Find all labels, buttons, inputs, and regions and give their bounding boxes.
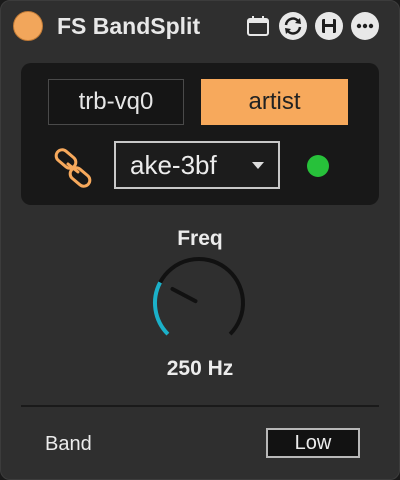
link-icon[interactable] <box>51 147 95 191</box>
chevron-down-icon <box>252 162 264 169</box>
power-button[interactable] <box>13 11 43 41</box>
divider <box>21 405 379 407</box>
preset-dropdown-value: ake-3bf <box>130 150 217 180</box>
device-title: FS BandSplit <box>57 13 201 39</box>
knob-pointer <box>170 286 198 304</box>
status-led <box>307 155 329 177</box>
knob-value-arc <box>153 281 170 336</box>
target-box[interactable]: artist <box>201 79 348 125</box>
title-bar: FS BandSplit <box>1 1 399 53</box>
control-panel: trb-vq0 artist ake-3bf <box>21 63 379 205</box>
more-icon[interactable] <box>350 11 380 41</box>
band-selector[interactable]: Low <box>266 428 360 458</box>
knob-track <box>158 257 245 336</box>
refresh-icon[interactable] <box>278 11 308 41</box>
freq-knob[interactable] <box>149 253 249 353</box>
source-box[interactable]: trb-vq0 <box>48 79 184 125</box>
calendar-icon[interactable] <box>243 11 273 41</box>
preset-dropdown[interactable]: ake-3bf <box>114 141 280 189</box>
band-label: Band <box>45 433 92 455</box>
freq-value: 250 Hz <box>166 357 234 380</box>
device-window: FS BandSplit trb-vq0 artist ake-3bf Freq… <box>0 0 400 480</box>
save-icon[interactable] <box>314 11 344 41</box>
freq-label: Freq <box>177 227 223 250</box>
